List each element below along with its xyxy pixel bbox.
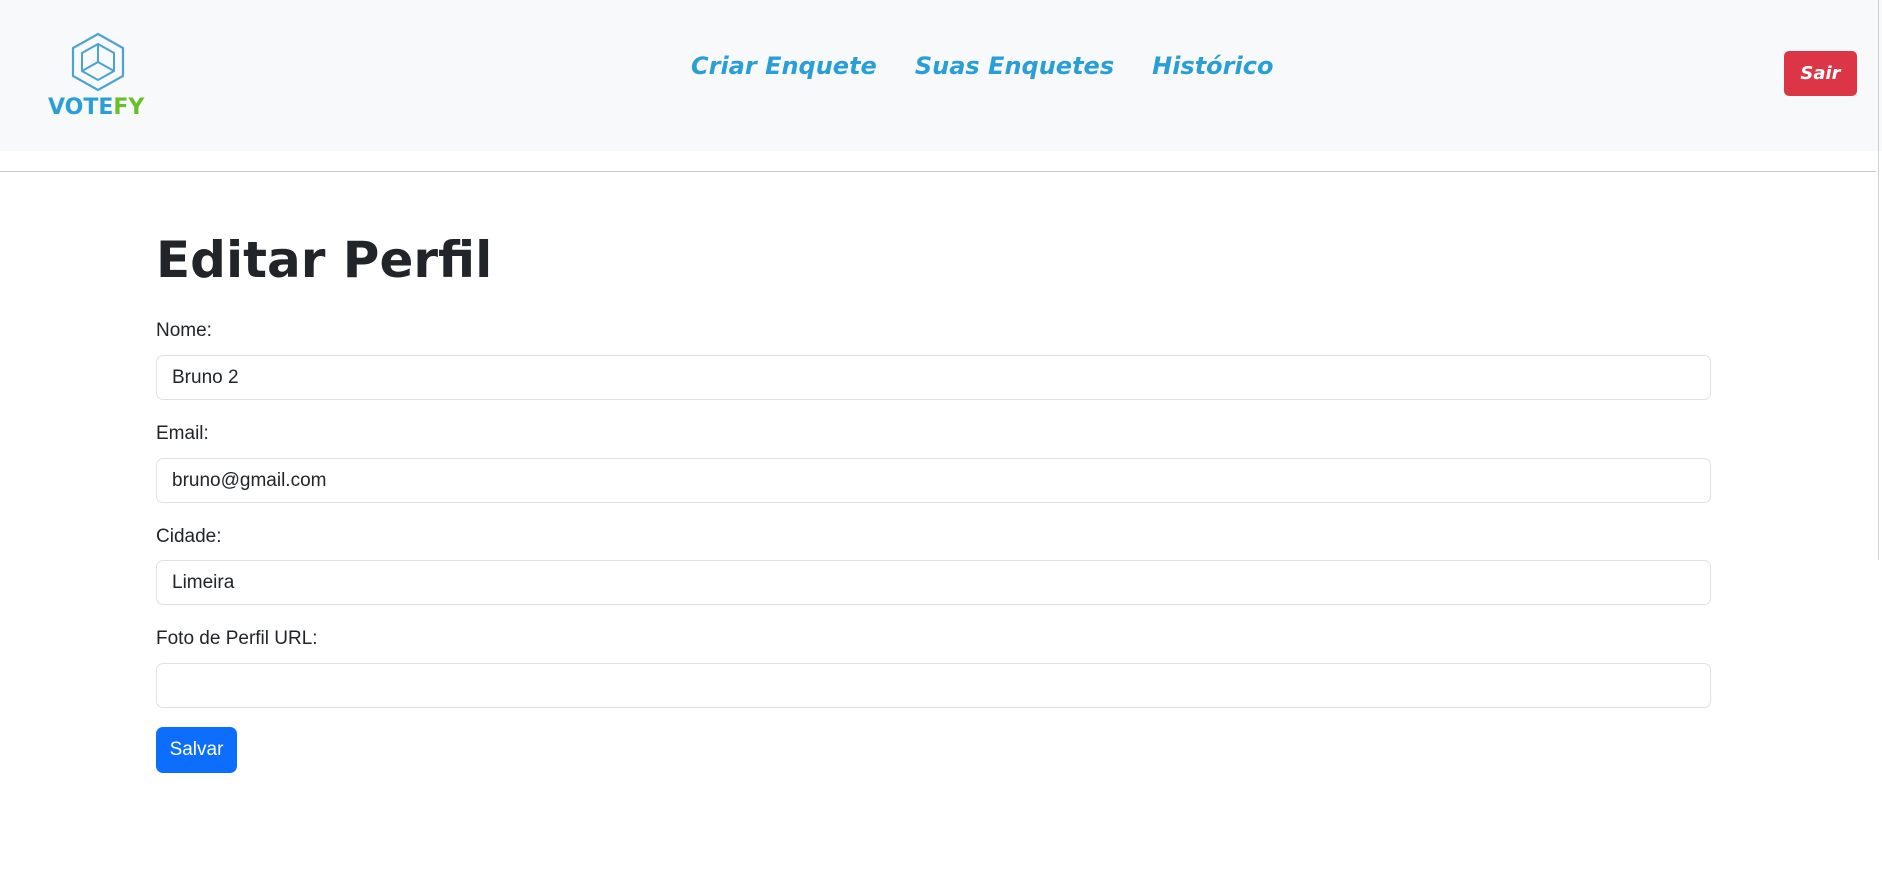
city-input[interactable] (156, 560, 1711, 605)
header-divider (0, 171, 1876, 172)
nav-suas-enquetes[interactable]: Suas Enquetes (915, 52, 1114, 80)
edit-profile-form: Editar Perfil Nome: Email: Cidade: Foto … (156, 228, 1711, 773)
city-label: Cidade: (156, 526, 222, 547)
logo-v: V (48, 95, 65, 120)
logout-button[interactable]: Sair (1784, 51, 1857, 96)
name-label: Nome: (156, 320, 212, 341)
logo-ote: OTE (64, 95, 114, 120)
email-label: Email: (156, 423, 209, 444)
name-input[interactable] (156, 355, 1711, 400)
save-button[interactable]: Salvar (156, 727, 237, 773)
page: VOTEFY Criar Enquete Suas Enquetes Histó… (0, 0, 1882, 886)
photo-url-input[interactable] (156, 663, 1711, 708)
nav-criar-enquete[interactable]: Criar Enquete (691, 52, 877, 80)
photo-url-label: Foto de Perfil URL: (156, 628, 318, 649)
logo-wordmark: VOTEFY (48, 95, 144, 120)
top-navbar: VOTEFY Criar Enquete Suas Enquetes Histó… (0, 0, 1882, 151)
main-nav: Criar Enquete Suas Enquetes Histórico (691, 52, 1273, 80)
scrollbar-edge (1878, 0, 1879, 560)
cube-icon (71, 32, 125, 92)
nav-historico[interactable]: Histórico (1152, 52, 1273, 80)
email-input[interactable] (156, 458, 1711, 503)
page-title: Editar Perfil (156, 231, 493, 289)
logo-fy: FY (113, 95, 145, 120)
votefy-logo[interactable]: VOTEFY (48, 32, 148, 122)
